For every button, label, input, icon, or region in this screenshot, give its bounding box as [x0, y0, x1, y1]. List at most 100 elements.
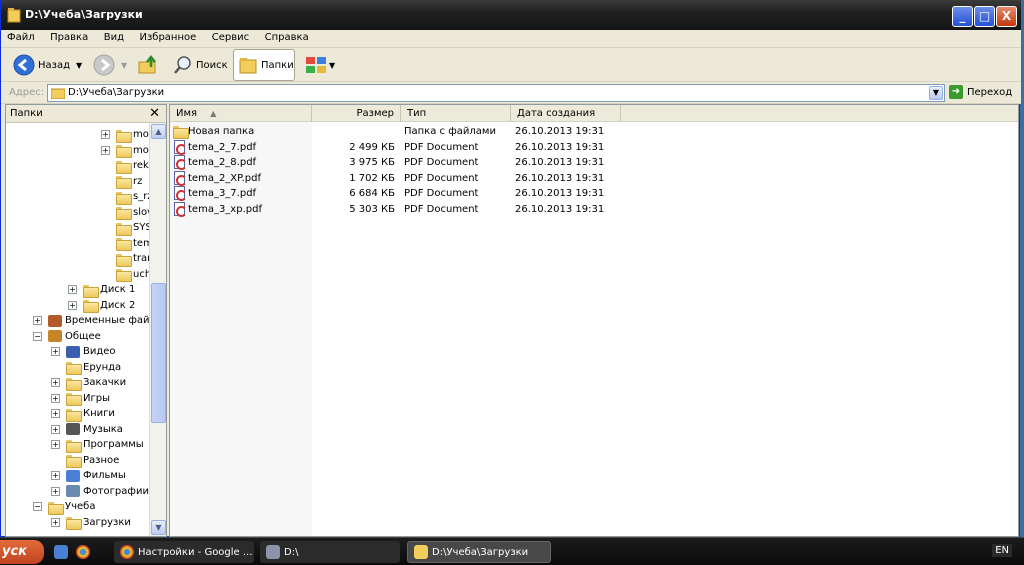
tree-node[interactable]: + Фильмы [51, 468, 126, 483]
expand-icon[interactable]: + [51, 486, 60, 496]
tree-scrollbar[interactable]: ▲ ▼ [149, 123, 166, 536]
search-button[interactable]: Поиск [173, 52, 228, 78]
tree-node[interactable]: rz [101, 174, 142, 189]
expand-icon[interactable]: + [68, 285, 77, 294]
column-created[interactable]: Дата создания [511, 105, 621, 122]
scroll-up-icon[interactable]: ▲ [151, 124, 166, 139]
folder-icon [66, 516, 82, 530]
tree-node[interactable]: Разное [51, 453, 119, 468]
tree-node[interactable]: slov [101, 205, 153, 220]
menu-edit[interactable]: Правка [44, 30, 94, 45]
expand-icon[interactable]: + [51, 393, 60, 403]
video-icon [66, 345, 80, 358]
expand-icon[interactable]: + [101, 130, 110, 139]
forward-button[interactable]: ▼ [93, 52, 127, 78]
file-row[interactable]: tema_3_7.pdf 6 684 КБ PDF Document 26.10.20… [170, 186, 790, 202]
close-button[interactable]: X [996, 6, 1017, 27]
tree-node[interactable]: + Диск 1 [68, 282, 135, 298]
file-type: PDF Document [404, 172, 479, 184]
column-type[interactable]: Тип [401, 105, 511, 122]
expand-icon[interactable]: + [68, 300, 77, 310]
folder-icon [116, 253, 132, 267]
quicklaunch-desktop-icon[interactable] [54, 541, 74, 563]
folder-icon [116, 222, 132, 236]
tree-node[interactable]: trar [101, 251, 151, 267]
expand-icon[interactable]: + [51, 409, 60, 418]
address-input[interactable]: D:\Учеба\Загрузки ▼ [47, 84, 945, 102]
task-drive-d[interactable]: D:\ [260, 541, 400, 563]
tree-node[interactable]: SYS [101, 220, 152, 236]
tree-node[interactable]: − Общее [33, 329, 101, 344]
music-icon [66, 423, 80, 435]
folders-button[interactable]: Папки [233, 49, 295, 81]
back-dropdown-icon[interactable]: ▼ [76, 61, 82, 70]
expand-icon[interactable]: + [33, 316, 42, 325]
collapse-icon[interactable]: − [33, 502, 42, 511]
tree-node[interactable]: + moc [101, 127, 154, 143]
file-created: 26.10.2013 19:31 [515, 141, 605, 153]
folders-pane-close-icon[interactable]: ✕ [149, 106, 160, 121]
tree-node[interactable]: + moc [101, 143, 154, 158]
folder-icon [116, 144, 132, 158]
tree-node[interactable]: + Фотографии [51, 484, 149, 499]
expand-icon[interactable]: + [51, 471, 60, 480]
menu-favorites[interactable]: Избранное [133, 30, 202, 45]
expand-icon[interactable]: + [51, 424, 60, 434]
address-dropdown-icon[interactable]: ▼ [929, 86, 943, 100]
tree-node[interactable]: − Учеба [33, 499, 95, 515]
tree-node[interactable]: + Временные файлы [33, 313, 164, 328]
tree-node[interactable]: + Игры [51, 391, 110, 406]
tree-node[interactable]: + Программы [51, 437, 144, 453]
tree-node-label: Загрузки [83, 516, 131, 528]
up-folder-button[interactable] [137, 52, 159, 78]
menu-view[interactable]: Вид [98, 30, 130, 45]
tree-node[interactable]: + Загрузки [51, 515, 131, 530]
expand-icon[interactable]: + [51, 440, 60, 449]
expand-icon[interactable]: + [101, 145, 110, 155]
minimize-button[interactable]: _ [952, 6, 973, 27]
folder-icon [66, 392, 82, 406]
file-row[interactable]: tema_3_xp.pdf 5 303 КБ PDF Document 26.10.2… [170, 202, 790, 217]
tree-node[interactable]: tem [101, 236, 153, 251]
tree-node[interactable]: Ерунда [51, 360, 121, 375]
menu-help[interactable]: Справка [259, 30, 315, 45]
tree-node-label: Ерунда [83, 361, 122, 373]
file-row[interactable]: tema_2_8.pdf 3 975 КБ PDF Document 26.10.20… [170, 155, 790, 171]
scroll-down-icon[interactable]: ▼ [151, 520, 166, 535]
file-row[interactable]: tema_2_7.pdf 2 499 КБ PDF Document 26.10.20… [170, 139, 790, 155]
tree-node[interactable]: uch [101, 267, 151, 282]
tree-node[interactable]: + Диск 2 [68, 298, 135, 313]
back-button[interactable]: Назад ▼ [13, 52, 82, 78]
start-button[interactable]: уск [0, 540, 44, 564]
collapse-icon[interactable]: − [33, 331, 42, 341]
menu-tools[interactable]: Сервис [206, 30, 255, 45]
menu-file[interactable]: Файл [1, 30, 41, 45]
column-size[interactable]: Размер [312, 105, 401, 122]
column-name[interactable]: Имя ▲ [170, 105, 312, 122]
folder-icon [116, 160, 132, 174]
tree-node[interactable]: + Книги [51, 406, 115, 422]
file-row[interactable]: Новая папка Папка с файлами 26.10.2013 19:… [170, 124, 790, 139]
scroll-thumb[interactable] [151, 283, 166, 423]
forward-dropdown-icon[interactable]: ▼ [121, 61, 127, 70]
expand-icon[interactable]: + [51, 517, 60, 527]
views-button[interactable]: ▼ [305, 52, 335, 78]
tree-node[interactable]: rekl [101, 158, 152, 174]
quicklaunch-chrome-icon[interactable] [76, 541, 96, 563]
search-icon [174, 56, 191, 74]
file-row[interactable]: tema_2_XP.pdf 1 702 КБ PDF Document 26.10.2… [170, 170, 790, 186]
language-indicator[interactable]: EN [992, 544, 1012, 557]
expand-icon[interactable]: + [51, 347, 60, 356]
tree-node[interactable]: s_rz [101, 189, 153, 205]
maximize-button[interactable]: □ [974, 6, 995, 27]
go-button[interactable]: ➜ Переход [949, 85, 1012, 99]
folders-label: Папки [261, 59, 294, 71]
tree-node[interactable]: + Музыка [51, 422, 123, 437]
title-bar[interactable]: D:\Учеба\Загрузки _ □ X [1, 0, 1021, 30]
task-downloads-active[interactable]: D:\Учеба\Загрузки [407, 541, 551, 563]
tree-node[interactable]: + Видео [51, 344, 116, 359]
menu-bar: Файл Правка Вид Избранное Сервис Справка [1, 30, 1021, 48]
tree-node[interactable]: + Закачки [51, 375, 126, 391]
task-chrome-settings[interactable]: Настройки - Google ... [114, 541, 254, 563]
expand-icon[interactable]: + [51, 378, 60, 387]
